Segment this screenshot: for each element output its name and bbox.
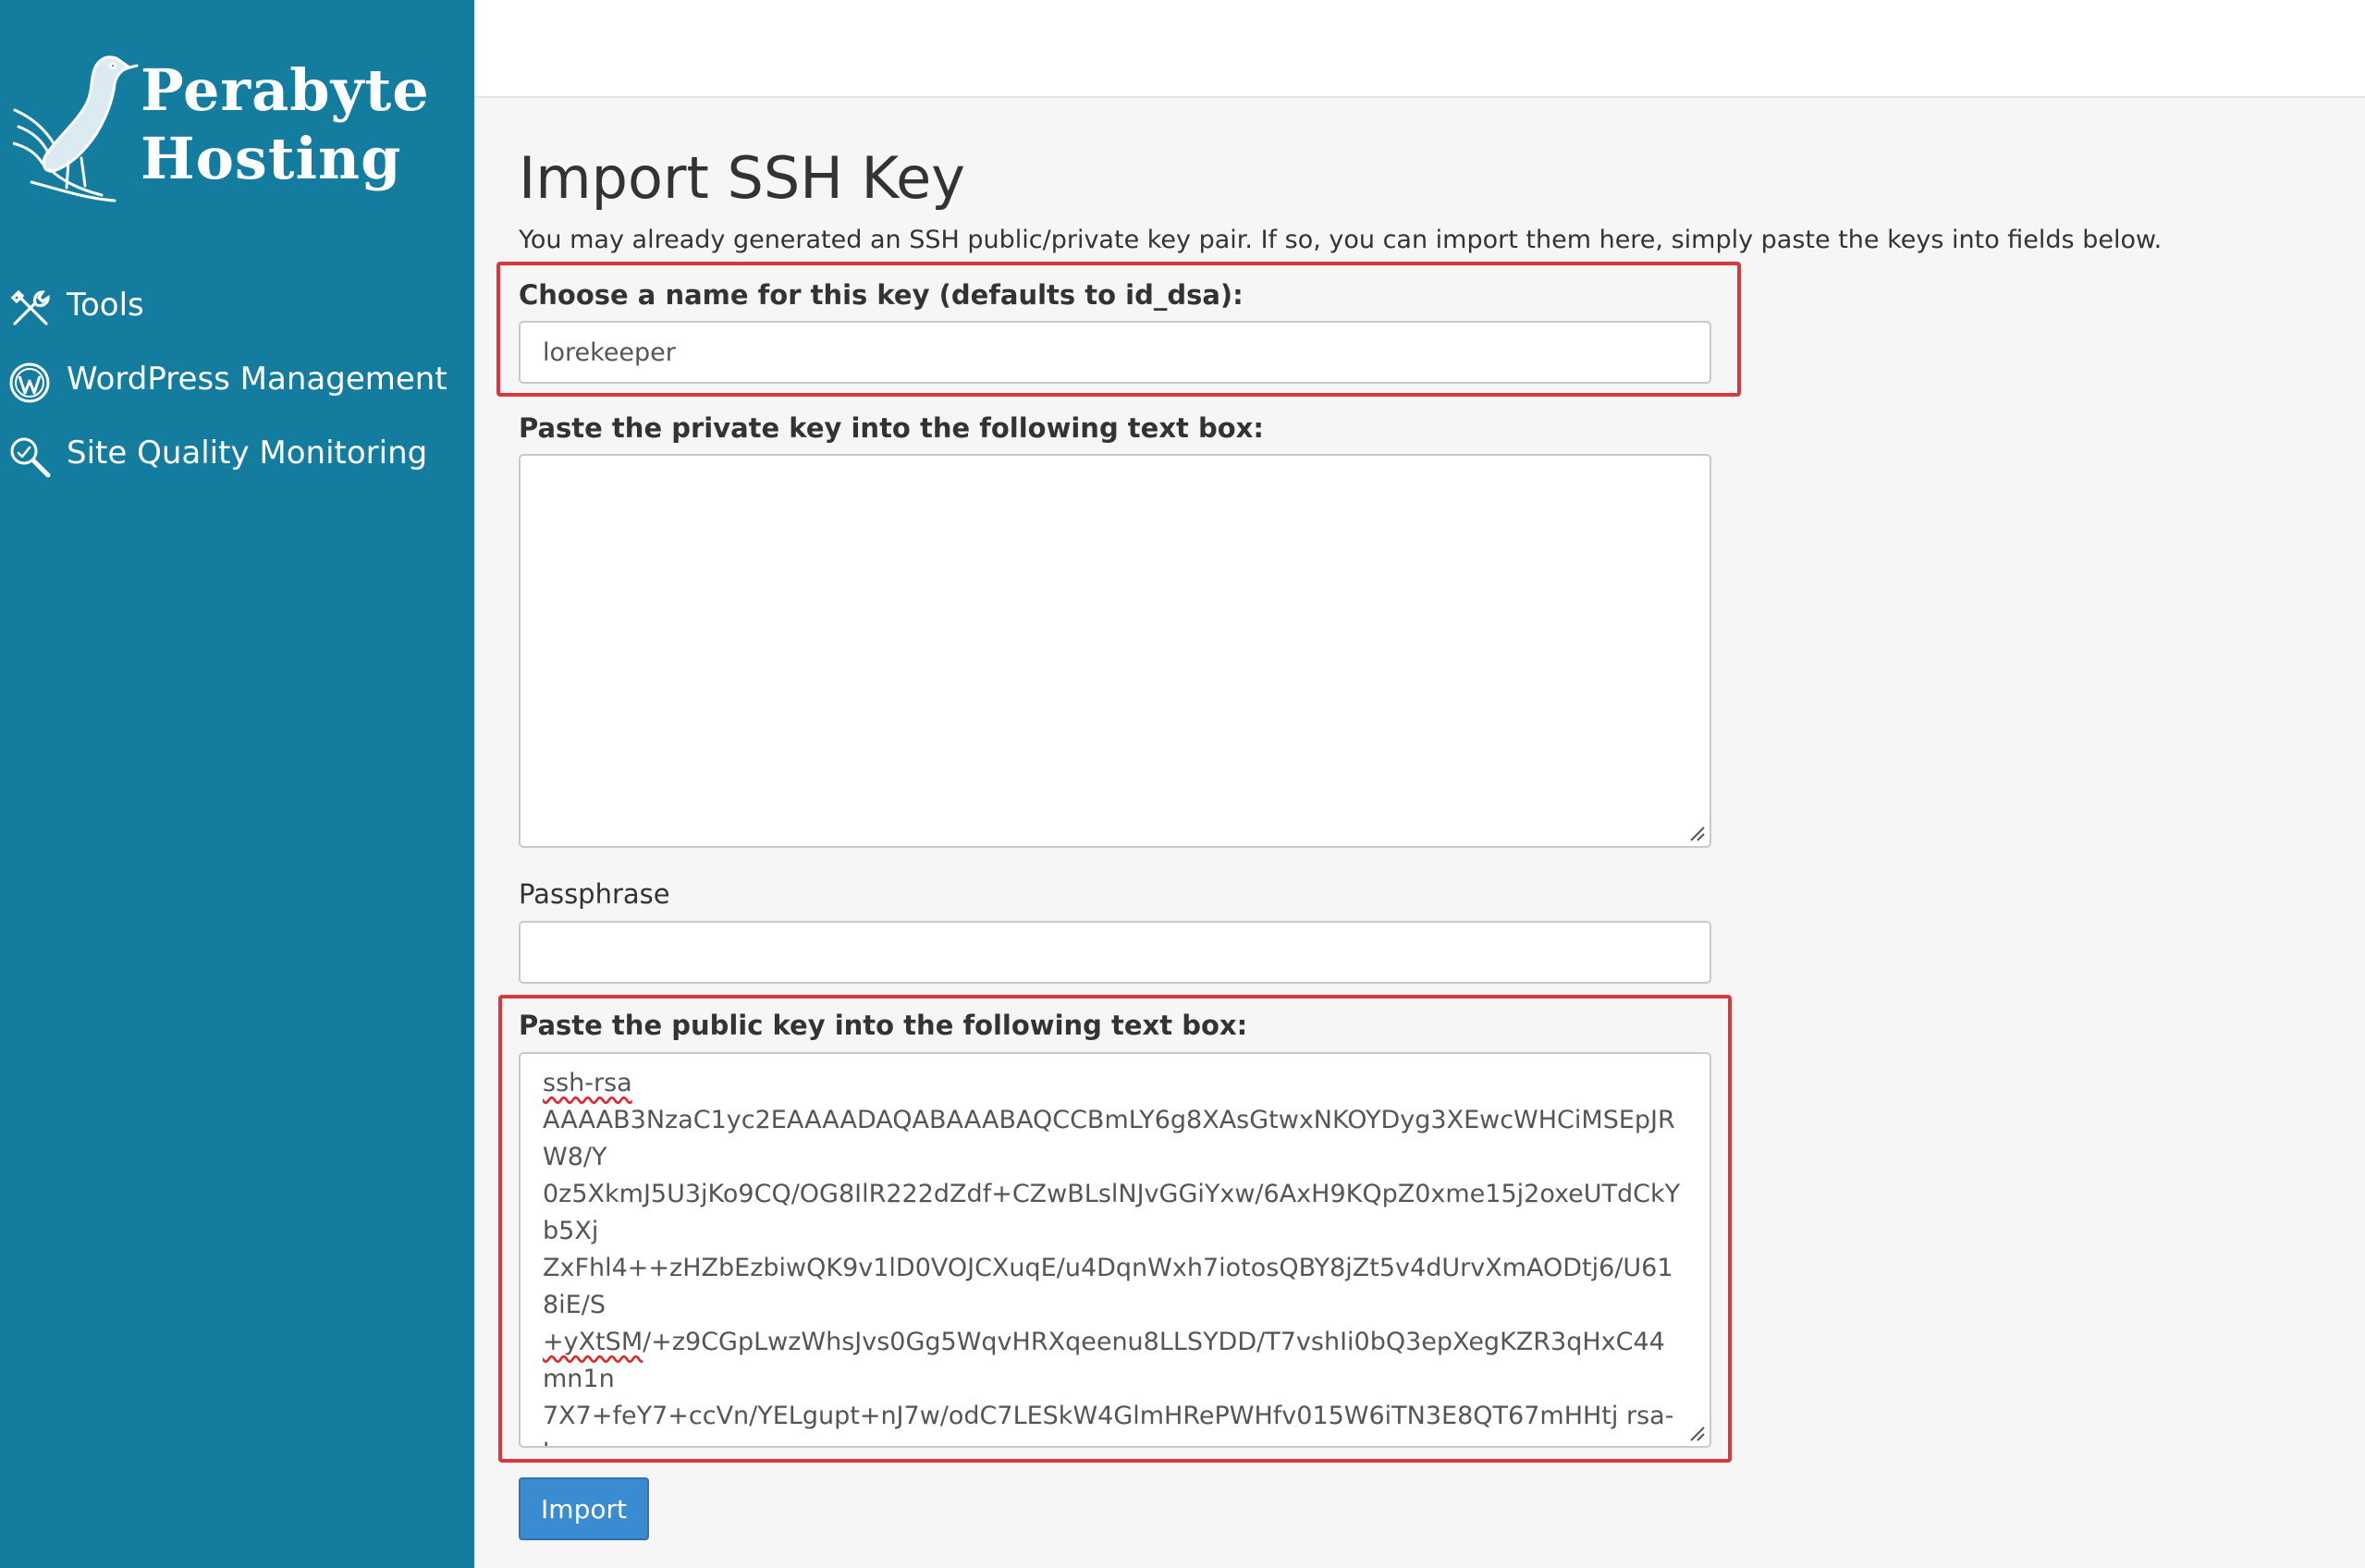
public-key-textarea[interactable]: ssh-rsa AAAAB3NzaC1yc2EAAAADAQABAAABAQCC… [519,1052,1711,1448]
key-name-label: Choose a name for this key (defaults to … [519,279,1244,311]
public-key-line: +yXtSM/+z9CGpLwzWhsJvs0Gg5WqvHRXqeenu8LL… [543,1324,1687,1398]
page-description: You may already generated an SSH public/… [519,226,2163,254]
sidebar: Perabyte Hosting Tools WordPress Managem… [0,0,474,1568]
public-key-line: 7X7+feY7+ccVn/YELgupt+nJ7w/odC7LESkW4Glm… [543,1402,1674,1446]
tools-icon [10,289,50,325]
import-button[interactable]: Import [519,1477,649,1540]
brand-logo[interactable]: Perabyte Hosting [13,51,475,217]
public-key-line: AAAAB3NzaC1yc2EAAAADAQABAAABAQCCBmLY6g8X… [543,1106,1675,1171]
public-key-prefix: ssh-rsa [543,1069,632,1097]
sidebar-item-site-quality[interactable]: Site Quality Monitoring [0,416,474,490]
public-key-flagged-word: +yXtSM [543,1328,643,1356]
key-name-input[interactable]: lorekeeper [519,321,1711,384]
resize-handle-icon[interactable] [1685,1422,1706,1442]
public-key-line: ZxFhl4++zHZbEzbiwQK9v1lD0VOJCXuqE/u4DqnW… [543,1254,1673,1319]
public-key-line: 0z5XkmJ5U3jKo9CQ/OG8IlR222dZdf+CZwBLslNJ… [543,1180,1681,1245]
brand-name: Perabyte Hosting [141,56,430,193]
resize-handle-icon[interactable] [1685,822,1706,842]
sidebar-item-wordpress[interactable]: WordPress Management [0,342,474,416]
magnifier-icon [10,437,51,478]
sidebar-item-label: Tools [67,287,144,324]
public-key-line-rest: /+z9CGpLwzWhsJvs0Gg5WqvHRXqeenu8LLSYDD/T… [543,1328,1665,1393]
sidebar-nav: Tools WordPress Management Site Quality … [0,268,474,490]
key-name-value: lorekeeper [543,337,676,367]
sidebar-item-label: WordPress Management [67,361,447,398]
sidebar-item-tools[interactable]: Tools [0,268,474,342]
top-bar [474,0,2365,98]
public-key-label: Paste the public key into the following … [519,1010,1248,1041]
wordpress-icon [9,362,50,403]
private-key-textarea[interactable] [519,454,1711,848]
brand-name-line2: Hosting [141,125,402,192]
private-key-label: Paste the private key into the following… [519,412,1264,444]
public-key-line: ssh-rsa [543,1065,1687,1102]
brand-name-line1: Perabyte [141,56,430,124]
bird-logo-icon [13,55,139,202]
passphrase-label: Passphrase [519,878,670,910]
sidebar-item-label: Site Quality Monitoring [67,435,428,472]
passphrase-input[interactable] [519,921,1711,984]
page-title: Import SSH Key [519,144,965,212]
